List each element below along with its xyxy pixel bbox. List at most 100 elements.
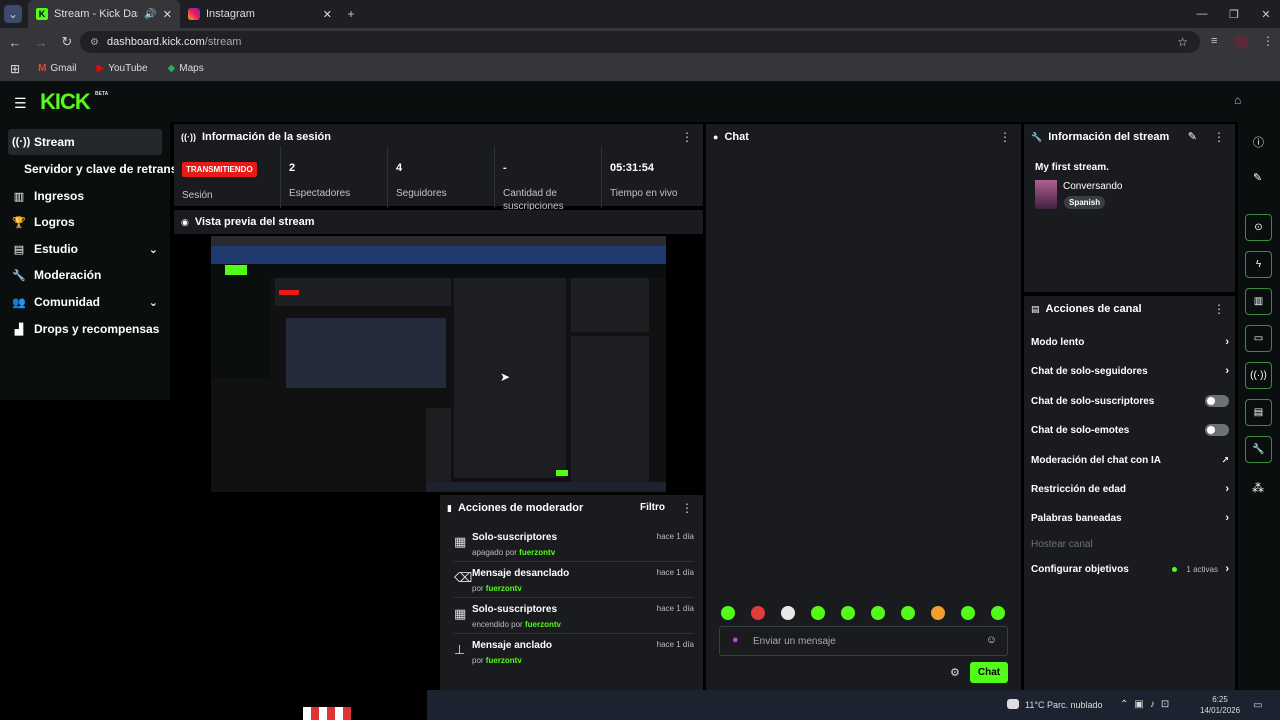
eye-icon: ◉	[181, 216, 189, 227]
close-tab-icon[interactable]: ✕	[323, 8, 332, 21]
sidebar-item-stream[interactable]: ((·)) Stream	[8, 129, 162, 155]
chat-message-input[interactable]: ● Enviar un mensaje ☺	[719, 626, 1008, 656]
channel-action-goals[interactable]: Configurar objetivos 1 activas ›	[1031, 560, 1229, 578]
emotes-only-toggle[interactable]	[1205, 424, 1229, 436]
rail-wrench-button[interactable]: 🔧	[1245, 436, 1272, 463]
browser-tab-kick[interactable]: K Stream - Kick Dashboard 🔊 ✕	[28, 0, 180, 28]
kick-logo[interactable]: KICK	[40, 89, 91, 115]
panel-menu-icon[interactable]: ⋮	[1213, 130, 1225, 144]
mod-action-prefix: por	[472, 656, 484, 665]
close-tab-icon[interactable]: ✕	[163, 8, 172, 21]
emote-icon[interactable]	[961, 606, 975, 620]
rail-chat-button[interactable]: ▭	[1245, 325, 1272, 352]
speaker-icon[interactable]: 🔊	[144, 9, 156, 20]
channel-action-ai-moderation[interactable]: Moderación del chat con IA ↗	[1031, 451, 1229, 469]
channel-action-label: Configurar objetivos	[1031, 563, 1129, 575]
panel-menu-icon[interactable]: ⋮	[1213, 302, 1225, 316]
rail-list-button[interactable]: ▤	[1245, 399, 1272, 426]
bookmark-youtube[interactable]: ▶ YouTube	[89, 63, 156, 74]
profile-avatar[interactable]	[1234, 35, 1248, 49]
mod-action-user[interactable]: fuerzontv	[525, 620, 561, 629]
channel-action-slow-mode[interactable]: Modo lento ›	[1031, 333, 1229, 351]
emote-icon[interactable]	[781, 606, 795, 620]
mod-action-user[interactable]: fuerzontv	[486, 584, 522, 593]
emote-icon[interactable]	[751, 606, 765, 620]
weather-icon[interactable]	[1007, 699, 1019, 709]
user-avatar-icon[interactable]: ⌂	[1234, 93, 1248, 107]
gift-icon: ▟	[14, 323, 24, 336]
panel-menu-icon[interactable]: ⋮	[681, 130, 693, 144]
stat-value: -	[503, 162, 507, 174]
rail-broadcast-button[interactable]: ((·))	[1245, 362, 1272, 389]
preview-taskbar	[426, 482, 666, 492]
channel-action-banned-words[interactable]: Palabras baneadas ›	[1031, 509, 1229, 527]
edit-pencil-icon[interactable]: ✎	[1253, 171, 1262, 184]
bookmark-star-icon[interactable]: ☆	[1177, 35, 1188, 49]
bookmark-maps[interactable]: ◆ Maps	[160, 63, 212, 74]
sidebar-item-label: Servidor y clave de retransm	[24, 162, 189, 176]
rail-target-button[interactable]: ⊙	[1245, 214, 1272, 241]
panel-menu-icon[interactable]: ⋮	[999, 130, 1011, 144]
extensions-icon[interactable]: ≡	[1211, 35, 1217, 47]
notification-icon[interactable]: ▭	[1253, 700, 1262, 711]
emote-icon[interactable]	[811, 606, 825, 620]
microphone-icon[interactable]: ●	[732, 634, 739, 646]
taskbar-clock[interactable]: 6:25 14/01/2026	[1200, 694, 1240, 716]
emote-icon[interactable]	[841, 606, 855, 620]
back-icon[interactable]: ←	[2, 28, 28, 56]
stat-value: 4	[396, 162, 403, 174]
stream-preview-video[interactable]: ➤	[211, 236, 666, 492]
gmail-icon: M	[38, 63, 47, 74]
emote-icon[interactable]	[871, 606, 885, 620]
sidebar-item-ingresos[interactable]: ▥ Ingresos	[8, 183, 162, 209]
mod-action-user[interactable]: fuerzontv	[486, 656, 522, 665]
emote-icon[interactable]	[901, 606, 915, 620]
sidebar-item-logros[interactable]: 🏆 Logros	[8, 209, 162, 235]
channel-action-age-restriction[interactable]: Restricción de edad ›	[1031, 480, 1229, 498]
sidebar-item-estudio[interactable]: ▤ Estudio ⌄	[8, 236, 162, 262]
emoji-icon[interactable]: ☺	[986, 634, 997, 646]
bookmark-gmail[interactable]: M Gmail	[30, 63, 84, 74]
apps-grid-icon[interactable]: ⊞	[4, 62, 26, 76]
tab-search-button[interactable]: ⌄	[4, 5, 22, 23]
subs-only-toggle[interactable]	[1205, 395, 1229, 407]
send-chat-button[interactable]: Chat	[970, 662, 1008, 683]
info-icon[interactable]: ⓘ	[1253, 134, 1264, 150]
sidebar-item-moderacion[interactable]: 🔧 Moderación	[8, 262, 162, 288]
site-info-icon[interactable]: ⚙	[90, 37, 99, 48]
weather-text[interactable]: 11°C Parc. nublado	[1025, 700, 1102, 710]
close-window-button[interactable]: ✕	[1250, 0, 1280, 28]
category-thumbnail[interactable]	[1035, 180, 1057, 209]
channel-action-followers-only[interactable]: Chat de solo-seguidores ›	[1031, 362, 1229, 380]
browser-menu-icon[interactable]: ⋮	[1262, 34, 1274, 48]
sidebar-item-comunidad[interactable]: 👥 Comunidad ⌄	[8, 289, 162, 315]
hamburger-menu-icon[interactable]: ☰	[14, 95, 27, 112]
stat-value: 2	[289, 162, 296, 174]
reload-icon[interactable]: ↻	[54, 28, 80, 56]
emote-icon[interactable]	[991, 606, 1005, 620]
new-tab-button[interactable]: +	[340, 3, 362, 25]
maps-icon: ◆	[167, 63, 176, 74]
divider	[454, 561, 694, 562]
mod-action-user[interactable]: fuerzontv	[519, 548, 555, 557]
chat-settings-icon[interactable]: ⚙	[950, 666, 960, 679]
rail-more-icon[interactable]: ⁂	[1252, 481, 1264, 495]
browser-tab-instagram[interactable]: Instagram ✕	[180, 0, 340, 28]
restore-button[interactable]: ❐	[1218, 0, 1250, 28]
edit-pencil-icon[interactable]: ✎	[1188, 130, 1197, 143]
panel-menu-icon[interactable]: ⋮	[681, 501, 693, 515]
rail-lightning-button[interactable]: ϟ	[1245, 251, 1272, 278]
tray-icons[interactable]: ⌃▣♪⊡	[1120, 699, 1175, 710]
sidebar-item-server-key[interactable]: Servidor y clave de retransm	[20, 156, 188, 182]
forward-icon[interactable]: →	[28, 28, 54, 56]
filter-button[interactable]: Filtro	[640, 502, 665, 513]
unpin-icon: ⌫	[454, 570, 473, 585]
address-bar[interactable]: ⚙ dashboard.kick.com/stream ☆	[80, 31, 1200, 53]
sidebar-item-drops[interactable]: ▟ Drops y recompensas	[8, 316, 162, 342]
chart-icon: ▥	[13, 190, 25, 203]
minimize-button[interactable]: —	[1186, 0, 1218, 28]
rail-notes-button[interactable]: ▥	[1245, 288, 1272, 315]
category-name[interactable]: Conversando	[1063, 181, 1122, 192]
emote-icon[interactable]	[721, 606, 735, 620]
emote-icon[interactable]	[931, 606, 945, 620]
